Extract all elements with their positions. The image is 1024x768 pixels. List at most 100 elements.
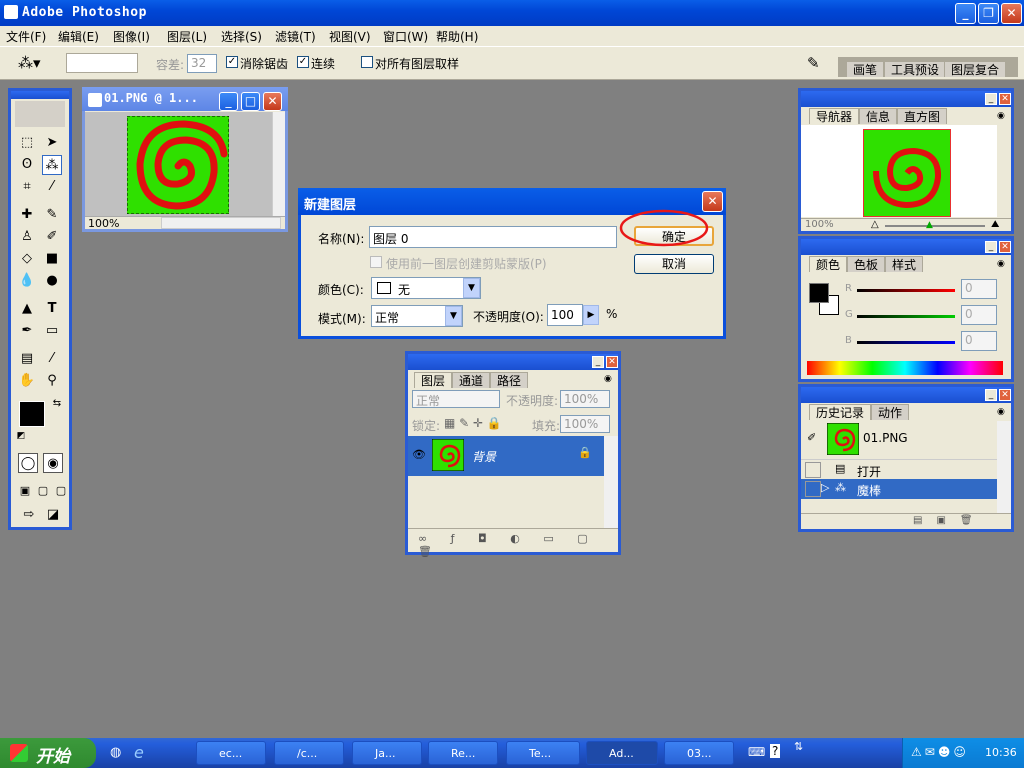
opacity-input[interactable]: 100 (547, 304, 583, 326)
color-minimize-button[interactable]: _ (985, 241, 997, 253)
hand-tool-icon[interactable]: ✋ (17, 371, 37, 391)
cancel-button[interactable]: 取消 (634, 254, 714, 274)
menu-edit[interactable]: 编辑(E) (58, 28, 99, 45)
contiguous-checkbox[interactable]: ✓ (297, 56, 309, 68)
zoom-in-icon[interactable]: ⛰ (991, 219, 999, 230)
zoom-out-icon[interactable]: △ (871, 219, 879, 230)
quicklaunch-ie-icon[interactable]: e (134, 743, 144, 762)
doc-maximize-button[interactable]: □ (241, 92, 260, 111)
tab-layer-comps[interactable]: 图层复合 (944, 61, 1007, 77)
sample-all-checkbox[interactable] (361, 56, 373, 68)
menu-filter[interactable]: 滤镜(T) (275, 28, 316, 45)
color-fg-swatch[interactable] (809, 283, 829, 303)
quicklaunch-desktop-icon[interactable]: ◍ (110, 745, 121, 760)
b-input[interactable]: 0 (961, 331, 997, 351)
history-close-button[interactable]: ✕ (999, 389, 1011, 401)
history-scrollbar[interactable] (997, 421, 1011, 513)
help-icon[interactable]: ? (770, 744, 781, 758)
history-source-box[interactable] (805, 481, 821, 497)
magic-wand-tool-icon[interactable]: ⁂ (42, 155, 62, 175)
tab-actions[interactable]: 动作 (871, 404, 910, 420)
doc-close-button[interactable]: ✕ (263, 92, 282, 111)
history-snapshot-row[interactable]: ✐ 01.PNG (801, 421, 997, 457)
tab-history[interactable]: 历史记录 (809, 404, 872, 420)
swap-colors-icon[interactable]: ⇆ (47, 394, 67, 414)
layers-bottom-toolbar[interactable]: ∞ ƒ ◘ ◐ ▭ ▢ 🗑 (408, 528, 618, 558)
fill-input[interactable]: 100% (560, 415, 610, 433)
blend-mode-select[interactable]: 正常 (412, 390, 500, 408)
eraser-tool-icon[interactable]: ◇ (17, 249, 37, 269)
crop-tool-icon[interactable]: ⌗ (17, 177, 37, 197)
screen-mode-full-menu-icon[interactable]: ▢ (33, 481, 53, 501)
menu-help[interactable]: 帮助(H) (436, 28, 478, 45)
taskbar-item-1[interactable]: ec... (196, 741, 266, 765)
slice-tool-icon[interactable]: ⁄ (42, 177, 62, 197)
taskbar-item-4[interactable]: Re... (428, 741, 498, 765)
tab-styles[interactable]: 样式 (885, 256, 924, 272)
taskbar-item-2[interactable]: /c... (274, 741, 344, 765)
tolerance-input[interactable]: 32 (187, 54, 217, 73)
lasso-tool-icon[interactable]: ʘ (17, 155, 37, 175)
r-slider[interactable] (857, 289, 955, 292)
foreground-color-swatch[interactable] (19, 401, 45, 427)
color-spectrum-bar[interactable] (807, 361, 1003, 375)
taskbar-item-5[interactable]: Te... (506, 741, 580, 765)
snapshot-brush-icon[interactable]: ✐ (807, 431, 816, 444)
healing-brush-icon[interactable]: ✚ (17, 205, 37, 225)
tab-paths[interactable]: 路径 (490, 372, 529, 388)
tab-info[interactable]: 信息 (859, 108, 898, 124)
history-item-open[interactable]: ▤ 打开 (801, 459, 997, 479)
tab-navigator[interactable]: 导航器 (809, 108, 860, 124)
stamp-tool-icon[interactable]: ♙ (17, 227, 37, 247)
b-slider[interactable] (857, 341, 955, 344)
layers-scrollbar[interactable] (604, 436, 618, 528)
imageready-icon[interactable]: ◪ (43, 505, 63, 525)
pen-tool-icon[interactable]: ✒ (17, 321, 37, 341)
taskbar-item-3[interactable]: Ja... (352, 741, 422, 765)
history-item-magic-wand[interactable]: ▷ ⁂ 魔棒 (801, 479, 997, 499)
g-input[interactable]: 0 (961, 305, 997, 325)
keyboard-icon[interactable]: ⌨ (748, 745, 765, 759)
menu-window[interactable]: 窗口(W) (383, 28, 428, 45)
tab-color[interactable]: 颜色 (809, 256, 848, 272)
color-close-button[interactable]: ✕ (999, 241, 1011, 253)
standard-mode-icon[interactable]: ◯ (18, 453, 38, 473)
shape-tool-icon[interactable]: ▭ (42, 321, 62, 341)
move-tool-icon[interactable]: ➤ (42, 133, 62, 153)
layer-opacity-input[interactable]: 100% (560, 390, 610, 408)
taskbar-item-7[interactable]: 03... (664, 741, 734, 765)
path-selection-icon[interactable]: ▲ (17, 299, 37, 319)
selection-mode-buttons[interactable] (66, 53, 138, 73)
history-source-box[interactable] (805, 462, 821, 478)
g-slider[interactable] (857, 315, 955, 318)
doc-zoom[interactable]: 100% (88, 217, 119, 230)
eyedropper-tool-icon[interactable]: ⁄ (42, 349, 62, 369)
navigator-menu-icon[interactable]: ◉ (997, 111, 1005, 121)
lock-icons[interactable]: ▦ ✎ ✛ 🔒 (444, 416, 502, 430)
color-menu-icon[interactable]: ◉ (997, 259, 1005, 269)
zoom-slider-thumb[interactable]: ▲ (926, 220, 933, 230)
jump-to-imageready-icon[interactable]: ⇨ (19, 505, 39, 525)
quick-mask-icon[interactable]: ◉ (43, 453, 63, 473)
taskbar-item-photoshop[interactable]: Ad... (586, 741, 658, 765)
doc-minimize-button[interactable]: _ (219, 92, 238, 111)
canvas-image[interactable] (127, 116, 229, 214)
brush-tool-icon[interactable]: ✎ (42, 205, 62, 225)
tab-brushes[interactable]: 画笔 (846, 61, 885, 77)
menu-file[interactable]: 文件(F) (6, 28, 46, 45)
menu-view[interactable]: 视图(V) (329, 28, 371, 45)
layer-row-background[interactable]: 👁 背景 🔒 (408, 436, 604, 476)
dodge-tool-icon[interactable]: ● (42, 271, 62, 291)
tab-swatches[interactable]: 色板 (847, 256, 886, 272)
notes-tool-icon[interactable]: ▤ (17, 349, 37, 369)
eye-visibility-icon[interactable]: 👁 (412, 448, 426, 461)
menu-select[interactable]: 选择(S) (221, 28, 262, 45)
opacity-slider-arrow-icon[interactable]: ▶ (583, 305, 599, 325)
navigator-thumbnail[interactable] (863, 129, 951, 217)
history-minimize-button[interactable]: _ (985, 389, 997, 401)
history-menu-icon[interactable]: ◉ (997, 407, 1005, 417)
tab-tool-presets[interactable]: 工具预设 (884, 61, 947, 77)
layers-menu-icon[interactable]: ◉ (604, 374, 612, 384)
history-bottom-toolbar[interactable]: ▤▣🗑 (801, 513, 1011, 529)
doc-vertical-scrollbar[interactable] (272, 112, 285, 216)
